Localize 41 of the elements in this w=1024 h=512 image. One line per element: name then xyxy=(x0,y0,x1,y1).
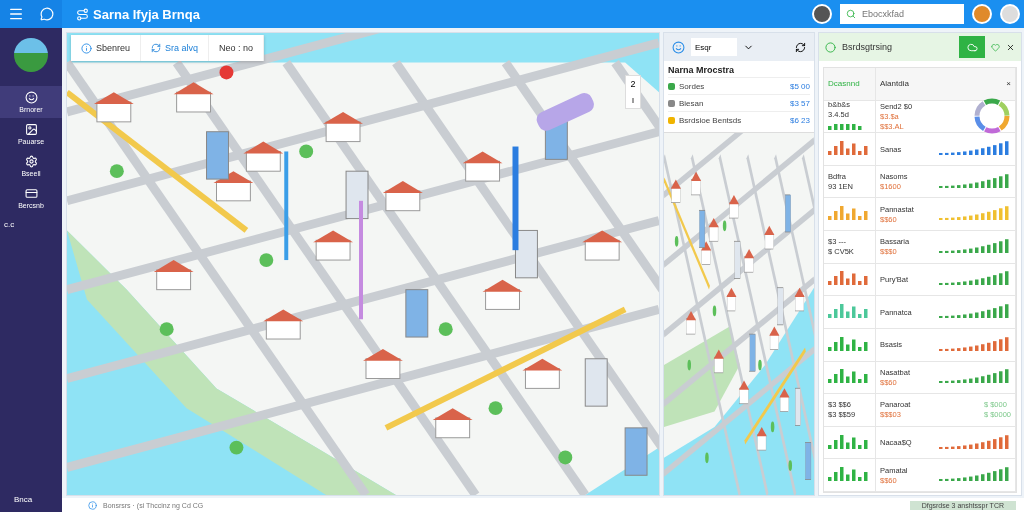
picture-icon xyxy=(24,123,38,136)
chat-icon[interactable] xyxy=(40,7,54,21)
dropdown-field[interactable]: Esqr xyxy=(691,38,737,56)
map-tab[interactable]: Sbenreu xyxy=(71,35,142,61)
card-title: Narna Mrocstra xyxy=(668,65,736,75)
list-item[interactable]: Biesan $3 57 xyxy=(668,94,810,111)
cloud-icon xyxy=(966,41,978,53)
sidebar-footer: Bnca xyxy=(0,495,62,512)
profile-avatar[interactable] xyxy=(972,4,992,24)
sidebar-label: c.c xyxy=(3,219,16,231)
column-header: Alantdia xyxy=(880,79,909,89)
list-item[interactable]: Sordes $5 00 xyxy=(668,77,810,94)
refresh-icon[interactable] xyxy=(795,41,806,53)
info-icon xyxy=(81,42,92,54)
close-button[interactable]: × xyxy=(1006,79,1011,89)
gear-icon xyxy=(24,155,38,168)
info-icon xyxy=(88,500,97,510)
map-tab[interactable]: Sra alvq xyxy=(141,35,210,61)
search-icon xyxy=(846,9,856,19)
card-icon xyxy=(24,187,38,200)
user-avatar[interactable] xyxy=(1000,4,1020,24)
close-icon[interactable] xyxy=(1006,42,1015,52)
app-icon[interactable] xyxy=(672,40,685,54)
logo-icon xyxy=(14,38,48,72)
donut-chart xyxy=(973,97,1011,136)
cloud-button[interactable] xyxy=(959,36,985,58)
search-field[interactable]: Ebocxkfad xyxy=(840,4,964,24)
zoom-button[interactable]: ı xyxy=(626,92,640,108)
user-avatar[interactable] xyxy=(812,4,832,24)
list-item[interactable]: Bsrdsioe Bentsds $6 23 xyxy=(668,111,810,128)
zoom-button[interactable]: 2 xyxy=(626,76,640,92)
panel-title: Bsrdsgtrsing xyxy=(842,42,893,52)
refresh-icon xyxy=(151,43,162,53)
circle-icon xyxy=(825,41,836,53)
search-input[interactable]: Ebocxkfad xyxy=(860,8,950,20)
route-icon xyxy=(76,7,89,21)
app-title: Sarna Ifyja Brnqa xyxy=(93,6,200,22)
menu-icon[interactable] xyxy=(8,6,24,22)
map-tab[interactable]: Neo : no xyxy=(209,35,265,61)
column-header: Dcasnnd xyxy=(824,68,876,101)
face-icon xyxy=(24,91,38,104)
